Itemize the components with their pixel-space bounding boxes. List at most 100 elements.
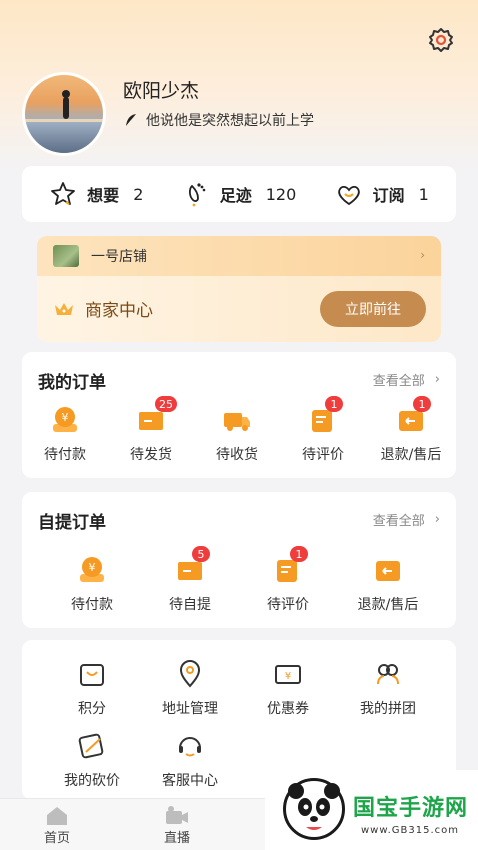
tool-bargain[interactable]: 我的砍价 xyxy=(44,730,140,790)
pickup-orders-view-all[interactable]: 查看全部 › xyxy=(373,510,440,529)
view-all-label: 查看全部 xyxy=(372,514,425,529)
stat-want-value: 2 xyxy=(133,184,144,204)
go-now-button[interactable]: 立即前往 xyxy=(320,291,426,327)
review-icon: 1 xyxy=(272,546,308,586)
tab-label: 直播 xyxy=(164,831,191,846)
signature-text: 他说他是突然想起以前上学 xyxy=(146,113,314,129)
chevron-right-icon: › xyxy=(434,372,440,387)
shop-header[interactable]: 一号店铺 xyxy=(37,236,441,276)
package-icon: 5 xyxy=(174,546,210,586)
tab-home[interactable]: 首页 xyxy=(44,805,70,846)
bargain-icon xyxy=(76,730,108,762)
badge: 1 xyxy=(290,546,308,562)
watermark-text: 国宝手游网 xyxy=(353,796,469,821)
tool-label: 积分 xyxy=(78,701,106,717)
chevron-right-icon: › xyxy=(434,512,440,527)
pickup-label: 待付款 xyxy=(71,597,113,613)
order-label: 待发货 xyxy=(130,447,172,463)
stat-footprint-label: 足迹 xyxy=(219,186,252,205)
wallet-icon: ¥ xyxy=(76,554,108,586)
svg-text:¥: ¥ xyxy=(89,561,96,574)
chevron-right-icon: › xyxy=(420,248,425,262)
pickup-orders-card: 自提订单 查看全部 › ¥ 待付款 5 待自提 1 待评价 退款/售后 xyxy=(22,492,456,628)
pickup-label: 待自提 xyxy=(169,597,211,613)
tool-coupon[interactable]: ¥ 优惠券 xyxy=(240,658,336,718)
crown-icon xyxy=(55,302,73,315)
avatar[interactable] xyxy=(22,72,106,156)
stat-subscribe[interactable]: 订阅 1 xyxy=(335,180,429,208)
feather-icon xyxy=(126,114,136,126)
customer-service-icon xyxy=(174,730,206,762)
order-to-receive[interactable]: 待收货 xyxy=(194,404,280,464)
group-buy-icon xyxy=(372,658,404,690)
svg-text:¥: ¥ xyxy=(285,671,291,682)
order-refund[interactable]: 1 退款/售后 xyxy=(366,396,456,464)
stat-footprint[interactable]: 足迹 120 xyxy=(182,180,297,208)
watermark-logo: 国宝手游网 www.GB315.com xyxy=(265,770,478,850)
badge: 1 xyxy=(413,396,431,412)
tool-group-buy[interactable]: 我的拼团 xyxy=(338,658,438,718)
tool-customer-service[interactable]: 客服中心 xyxy=(142,730,238,790)
shop-thumbnail xyxy=(53,245,79,267)
my-orders-title: 我的订单 xyxy=(38,373,106,393)
order-label: 退款/售后 xyxy=(380,447,442,463)
stat-footprint-value: 120 xyxy=(265,184,297,204)
package-icon: 25 xyxy=(135,396,177,436)
merchant-label: 商家中心 xyxy=(85,301,153,321)
svg-text:¥: ¥ xyxy=(62,411,69,424)
stat-want[interactable]: 想要 2 xyxy=(49,180,143,208)
order-label: 待收货 xyxy=(216,447,258,463)
tab-live[interactable]: 直播 xyxy=(164,805,190,846)
username: 欧阳少杰 xyxy=(123,80,200,102)
pickup-orders-title: 自提订单 xyxy=(38,513,106,533)
tool-label: 地址管理 xyxy=(162,701,218,717)
my-orders-card: 我的订单 查看全部 › ¥ 待付款 25 待发货 待收货 1 待评价 1 退款/… xyxy=(22,352,456,478)
panda-logo-icon xyxy=(283,778,345,840)
tool-points[interactable]: 积分 xyxy=(44,658,140,718)
shop-card[interactable]: 一号店铺 › 商家中心 立即前往 xyxy=(37,236,441,342)
footprint-icon xyxy=(188,183,206,207)
home-icon xyxy=(47,807,67,825)
star-icon xyxy=(51,182,76,205)
order-to-review[interactable]: 1 待评价 xyxy=(280,396,366,464)
order-label: 待评价 xyxy=(302,447,344,463)
location-icon xyxy=(174,658,206,690)
heart-icon xyxy=(337,185,360,206)
stat-want-label: 想要 xyxy=(87,186,120,205)
stats-bar: 想要 2 足迹 120 订阅 1 xyxy=(22,166,456,222)
pickup-label: 退款/售后 xyxy=(357,597,419,613)
wallet-icon: ¥ xyxy=(49,404,81,436)
tab-label: 首页 xyxy=(44,831,71,846)
tool-label: 我的砍价 xyxy=(64,773,120,789)
badge: 25 xyxy=(155,396,177,412)
order-to-ship[interactable]: 25 待发货 xyxy=(108,396,194,464)
order-label: 待付款 xyxy=(44,447,86,463)
tool-address[interactable]: 地址管理 xyxy=(142,658,238,718)
view-all-label: 查看全部 xyxy=(372,374,425,389)
tool-label: 优惠券 xyxy=(267,701,309,717)
points-icon xyxy=(76,658,108,690)
tool-label: 我的拼团 xyxy=(360,701,416,717)
truck-icon xyxy=(221,404,253,436)
merchant-center: 商家中心 xyxy=(53,296,153,321)
shop-name: 一号店铺 xyxy=(91,249,147,265)
order-pending-payment[interactable]: ¥ 待付款 xyxy=(22,404,108,464)
pickup-pending-payment[interactable]: ¥ 待付款 xyxy=(44,554,140,614)
coupon-icon: ¥ xyxy=(272,658,304,690)
refund-icon xyxy=(372,554,404,586)
badge: 5 xyxy=(192,546,210,562)
stat-subscribe-value: 1 xyxy=(418,184,429,204)
signature[interactable]: 他说他是突然想起以前上学 xyxy=(124,110,314,130)
pickup-to-review[interactable]: 1 待评价 xyxy=(240,546,336,614)
tool-label: 客服中心 xyxy=(162,773,218,789)
settings-gear-icon[interactable] xyxy=(427,26,455,54)
watermark-url: www.GB315.com xyxy=(361,825,460,836)
review-icon: 1 xyxy=(307,396,343,436)
my-orders-view-all[interactable]: 查看全部 › xyxy=(373,370,440,389)
live-icon xyxy=(166,806,188,824)
refund-icon: 1 xyxy=(395,396,431,436)
pickup-to-collect[interactable]: 5 待自提 xyxy=(142,546,238,614)
pickup-refund[interactable]: 退款/售后 xyxy=(338,554,438,614)
pickup-label: 待评价 xyxy=(267,597,309,613)
badge: 1 xyxy=(325,396,343,412)
